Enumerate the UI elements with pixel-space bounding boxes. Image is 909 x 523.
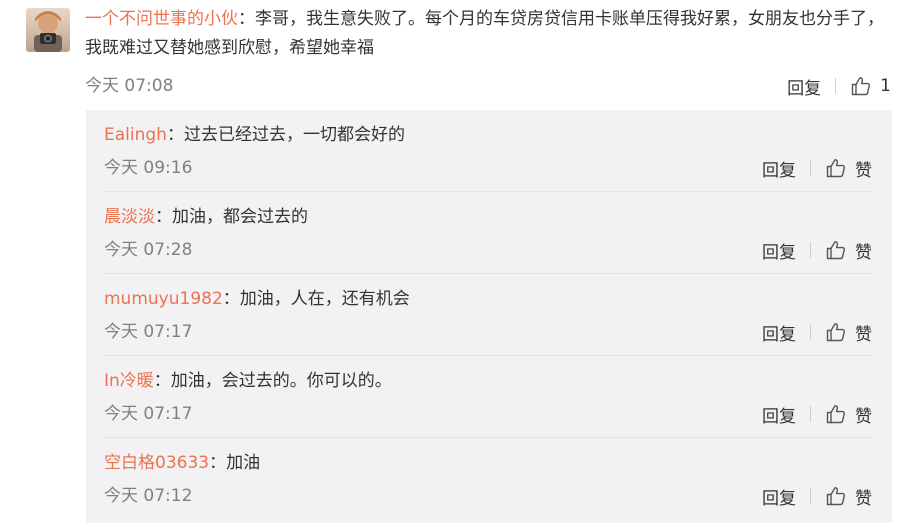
reply-meta: 今天 07:12 回复 赞	[104, 482, 874, 510]
action-divider	[810, 406, 811, 422]
reply-button[interactable]: 回复	[762, 320, 796, 345]
avatar[interactable]	[26, 8, 70, 52]
reply-content: 晨淡淡：加油，都会过去的	[104, 204, 308, 230]
reply-content: In冷暖：加油，会过去的。你可以的。	[104, 368, 392, 394]
reply-time: 今天 09:16	[104, 158, 193, 178]
reply-actions: 回复 赞	[762, 236, 872, 264]
reply-time: 今天 07:17	[104, 404, 193, 424]
reply-meta: 今天 07:28 回复 赞	[104, 236, 874, 264]
thumbs-up-icon	[850, 75, 872, 97]
action-divider	[810, 242, 811, 258]
like-label: 赞	[855, 242, 872, 263]
like-label: 赞	[855, 324, 872, 345]
like-button[interactable]: 1	[850, 75, 891, 97]
reply-separator: ：	[155, 207, 172, 227]
reply-text: 加油，都会过去的	[172, 207, 308, 227]
reply-actions: 回复 赞	[762, 154, 872, 182]
action-divider	[835, 78, 837, 94]
action-divider	[810, 324, 811, 340]
thumbs-up-icon	[825, 157, 847, 179]
like-label: 赞	[855, 488, 872, 509]
reply-item: mumuyu1982：加油，人在，还有机会 今天 07:17 回复 赞	[104, 274, 874, 356]
reply-actions: 回复 赞	[762, 318, 872, 346]
reply-username[interactable]: 晨淡淡	[104, 207, 155, 227]
thumbs-up-icon	[825, 485, 847, 507]
reply-item: 空白格03633：加油 今天 07:12 回复 赞	[104, 438, 874, 520]
reply-button[interactable]: 回复	[762, 238, 796, 263]
main-comment-separator: ：	[238, 9, 255, 29]
reply-actions: 回复 赞	[762, 400, 872, 428]
reply-button[interactable]: 回复	[762, 156, 796, 181]
action-divider	[810, 488, 811, 504]
like-label: 赞	[855, 160, 872, 181]
reply-content: mumuyu1982：加油，人在，还有机会	[104, 286, 410, 312]
reply-content: Ealingh：过去已经过去，一切都会好的	[104, 122, 405, 148]
reply-time: 今天 07:12	[104, 486, 193, 506]
thumbs-up-icon	[825, 239, 847, 261]
reply-content: 空白格03633：加油	[104, 450, 260, 476]
main-comment-meta: 今天 07:08 回复 1	[85, 72, 891, 100]
like-button[interactable]: 赞	[825, 484, 872, 509]
reply-separator: ：	[153, 371, 171, 391]
reply-username[interactable]: Ealingh	[104, 125, 167, 145]
reply-text: 加油，会过去的。你可以的。	[170, 371, 392, 391]
main-comment-actions: 回复 1	[787, 72, 891, 100]
reply-actions: 回复 赞	[762, 482, 872, 510]
reply-meta: 今天 07:17 回复 赞	[104, 400, 874, 428]
reply-button[interactable]: 回复	[762, 484, 796, 509]
reply-time: 今天 07:28	[104, 240, 193, 260]
reply-text: 过去已经过去，一切都会好的	[183, 125, 405, 145]
like-button[interactable]: 赞	[825, 402, 872, 427]
reply-item: Ealingh：过去已经过去，一切都会好的 今天 09:16 回复 赞	[104, 110, 874, 192]
action-divider	[810, 160, 811, 176]
reply-text: 加油	[226, 453, 261, 473]
reply-separator: ：	[209, 453, 227, 473]
reply-username[interactable]: In冷暖	[104, 371, 154, 391]
reply-separator: ：	[166, 125, 184, 145]
reply-username[interactable]: 空白格03633	[104, 453, 209, 473]
reply-button[interactable]: 回复	[762, 402, 796, 427]
reply-button[interactable]: 回复	[787, 74, 821, 99]
main-comment-username[interactable]: 一个不问世事的小伙	[85, 9, 238, 29]
like-button[interactable]: 赞	[825, 156, 872, 181]
reply-text: 加油，人在，还有机会	[239, 289, 410, 309]
reply-meta: 今天 09:16 回复 赞	[104, 154, 874, 182]
reply-list: Ealingh：过去已经过去，一切都会好的 今天 09:16 回复 赞 晨淡淡：…	[86, 110, 892, 523]
main-comment-time: 今天 07:08	[85, 76, 174, 96]
like-label: 赞	[855, 406, 872, 427]
reply-meta: 今天 07:17 回复 赞	[104, 318, 874, 346]
reply-item: 晨淡淡：加油，都会过去的 今天 07:28 回复 赞	[104, 192, 874, 274]
like-count: 1	[880, 76, 891, 96]
reply-username[interactable]: mumuyu1982	[104, 289, 223, 309]
thumbs-up-icon	[825, 403, 847, 425]
like-button[interactable]: 赞	[825, 320, 872, 345]
reply-separator: ：	[222, 289, 240, 309]
main-comment-body: 一个不问世事的小伙：李哥，我生意失败了。每个月的车贷房贷信用卡账单压得我好累，女…	[85, 5, 895, 63]
reply-time: 今天 07:17	[104, 322, 193, 342]
thumbs-up-icon	[825, 321, 847, 343]
like-button[interactable]: 赞	[825, 238, 872, 263]
reply-item: In冷暖：加油，会过去的。你可以的。 今天 07:17 回复 赞	[104, 356, 874, 438]
